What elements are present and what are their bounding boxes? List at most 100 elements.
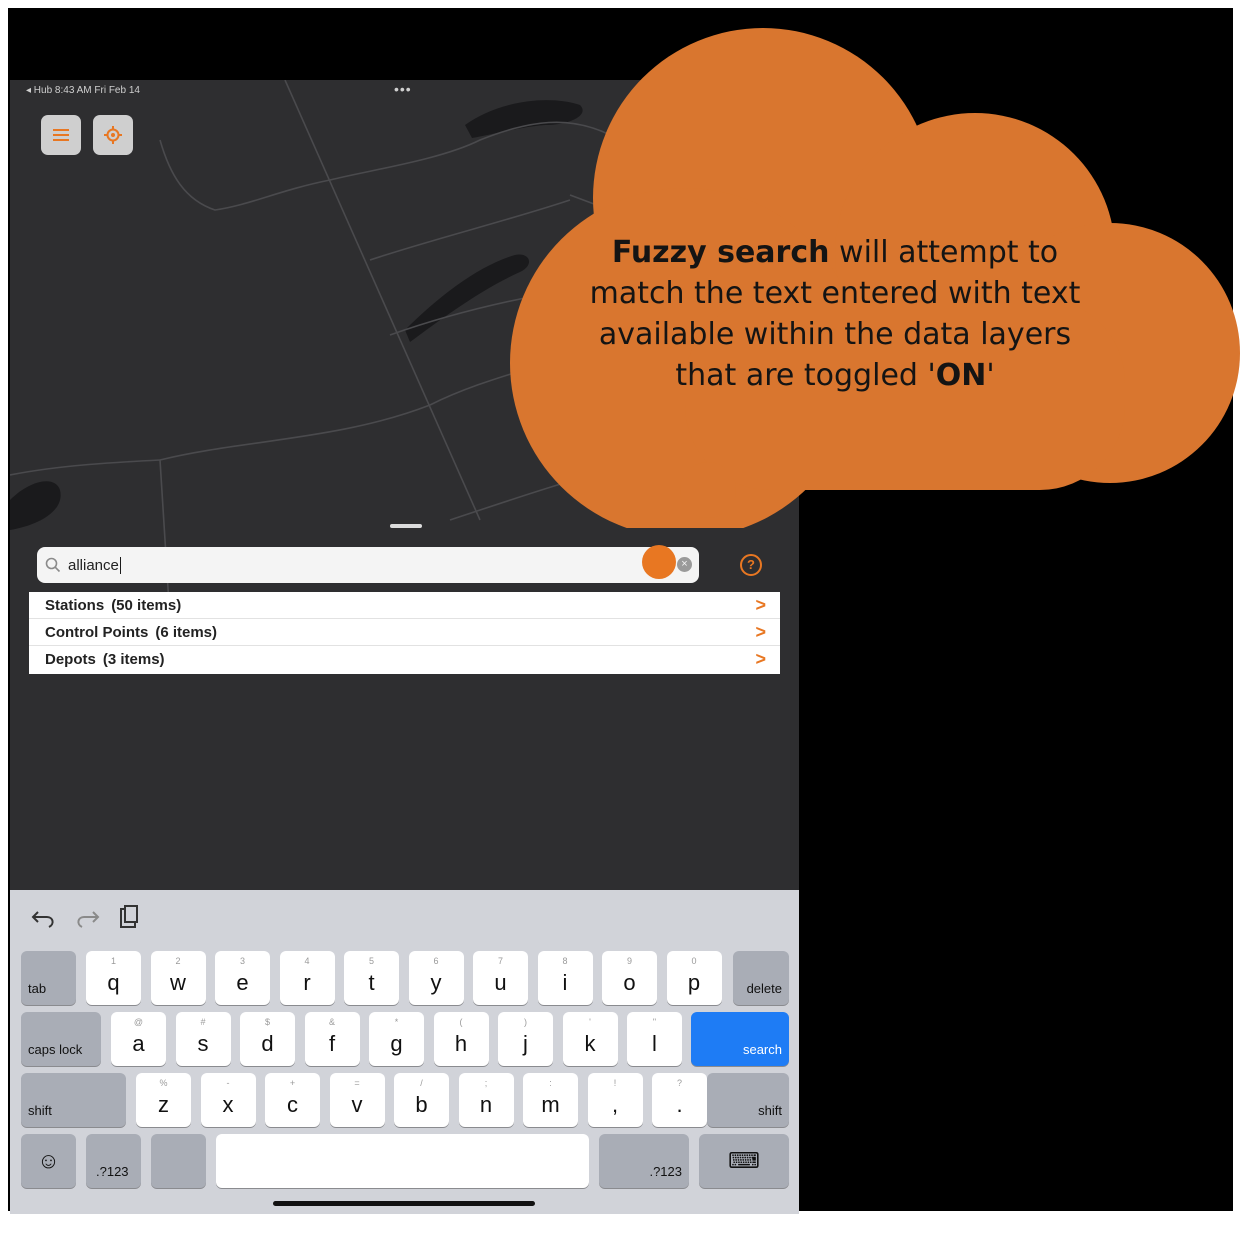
caps-lock-key[interactable]: caps lock (21, 1012, 101, 1066)
key-label: tab (28, 981, 47, 996)
sheet-drag-handle[interactable] (390, 524, 422, 528)
key-label: delete (746, 981, 782, 996)
key-v[interactable]: = v (329, 1073, 385, 1127)
hide-keyboard-key[interactable]: ⌨ (699, 1134, 789, 1188)
delete-key[interactable]: delete (733, 951, 789, 1005)
key-label: search (742, 1042, 782, 1057)
key-e[interactable]: 3e (215, 951, 270, 1005)
result-row-depots[interactable]: Depots (3 items) > (29, 646, 780, 673)
key-m[interactable]: :m (523, 1073, 578, 1127)
key-label: y (430, 970, 442, 995)
help-button[interactable]: ? (740, 554, 762, 576)
key-label: z (158, 1092, 169, 1117)
key-alt-label: + (289, 1078, 296, 1088)
key-y[interactable]: 6y (408, 951, 464, 1005)
key-alt-label: ? (676, 1078, 682, 1088)
key-o[interactable]: 9o (602, 951, 657, 1005)
key-label: shift (28, 1103, 52, 1118)
key-s[interactable]: # s (175, 1012, 231, 1066)
space-bar[interactable] (216, 1134, 589, 1188)
clear-search-button[interactable]: × (677, 557, 692, 572)
key-j[interactable]: ) j (498, 1012, 553, 1066)
key-k[interactable]: ' k (562, 1012, 618, 1066)
home-indicator[interactable] (273, 1201, 535, 1206)
key-a[interactable]: @ a (111, 1012, 166, 1066)
redo-icon[interactable] (72, 902, 102, 932)
key-n[interactable]: ; n (458, 1073, 514, 1127)
text-cursor (119, 556, 121, 574)
key-alt-label: " (652, 1017, 657, 1027)
key-label: k (584, 1031, 596, 1056)
key-q[interactable]: 1q (86, 951, 141, 1005)
key-b[interactable]: / b (394, 1073, 449, 1127)
key-alt-label: 8 (562, 956, 568, 966)
key-label: v (351, 1092, 363, 1117)
result-count: (6 items) (155, 623, 218, 641)
key-alt-label: 1 (110, 956, 116, 966)
tab-key[interactable]: tab (21, 951, 76, 1005)
key-label: p (687, 970, 701, 995)
dictation-key[interactable] (151, 1134, 206, 1188)
search-results-list: Stations (50 items) > Control Points (6 … (29, 592, 780, 674)
menu-button[interactable] (41, 115, 81, 155)
shift-right-key[interactable]: shift (707, 1073, 789, 1127)
result-row-stations[interactable]: Stations (50 items) > (29, 592, 780, 619)
emoji-key[interactable]: ☺ (21, 1134, 76, 1188)
key-label: b (415, 1092, 428, 1117)
key-i[interactable]: 8i (537, 951, 593, 1005)
key-c[interactable]: + c (265, 1073, 320, 1127)
key-label: l (652, 1031, 657, 1056)
key-label: shift (758, 1103, 782, 1118)
shift-left-key[interactable]: shift (21, 1073, 126, 1127)
numbers-left-key[interactable]: .?123 (86, 1134, 141, 1188)
numbers-right-key[interactable]: .?123 (599, 1134, 689, 1188)
key-alt-label: ) (524, 1017, 527, 1027)
key-label: c (287, 1092, 298, 1117)
emoji-icon: ☺ (37, 1148, 60, 1173)
key-label: u (494, 970, 507, 995)
paste-icon[interactable] (114, 902, 144, 932)
key-label: . (676, 1092, 683, 1117)
key-u[interactable]: 7u (473, 951, 528, 1005)
key-label: a (132, 1031, 145, 1056)
key-alt-label: ( (459, 1017, 463, 1027)
callout-end: ' (986, 358, 995, 393)
key-h[interactable]: (h (433, 1012, 489, 1066)
key-l[interactable]: " l (627, 1012, 682, 1066)
key-label: w (170, 970, 186, 995)
key-label: q (107, 970, 120, 995)
key-w[interactable]: 2w (150, 951, 206, 1005)
key-label: , (611, 1092, 619, 1117)
search-key[interactable]: search (691, 1012, 789, 1066)
status-time: ◂ Hub 8:43 AM Fri Feb 14 (26, 85, 140, 96)
search-input[interactable]: alliance (37, 547, 699, 583)
key-alt-label: 5 (368, 956, 374, 966)
callout-bold-on: ON (935, 358, 987, 393)
key-g[interactable]: * g (369, 1012, 424, 1066)
key-punct-8[interactable]: ?. (652, 1073, 707, 1127)
key-alt-label: ; (484, 1078, 488, 1088)
key-t[interactable]: 5t (344, 951, 399, 1005)
key-d[interactable]: $ d (240, 1012, 295, 1066)
result-label: Stations (45, 596, 105, 614)
result-label: Depots (45, 651, 96, 668)
chevron-right-icon: > (755, 595, 766, 615)
result-row-control-points[interactable]: Control Points (6 items) > (29, 619, 780, 646)
key-alt-label: @ (133, 1017, 144, 1027)
key-p[interactable]: 0p (666, 951, 722, 1005)
key-punct-7[interactable]: !, (587, 1073, 643, 1127)
key-r[interactable]: 4r (279, 951, 335, 1005)
key-alt-label: & (328, 1017, 335, 1027)
result-count: (50 items) (111, 596, 182, 614)
keyboard-shortcut-bar (10, 890, 799, 946)
key-label: d (261, 1031, 274, 1056)
key-label: i (562, 970, 568, 995)
key-x[interactable]: -x (200, 1073, 256, 1127)
result-count: (3 items) (102, 651, 165, 668)
map-tools-button[interactable] (93, 115, 133, 155)
key-z[interactable]: % z (136, 1073, 191, 1127)
key-f[interactable]: & f (304, 1012, 360, 1066)
undo-icon[interactable] (29, 902, 59, 932)
key-label: s (197, 1031, 209, 1056)
multitasking-dots[interactable]: ••• (394, 81, 412, 97)
